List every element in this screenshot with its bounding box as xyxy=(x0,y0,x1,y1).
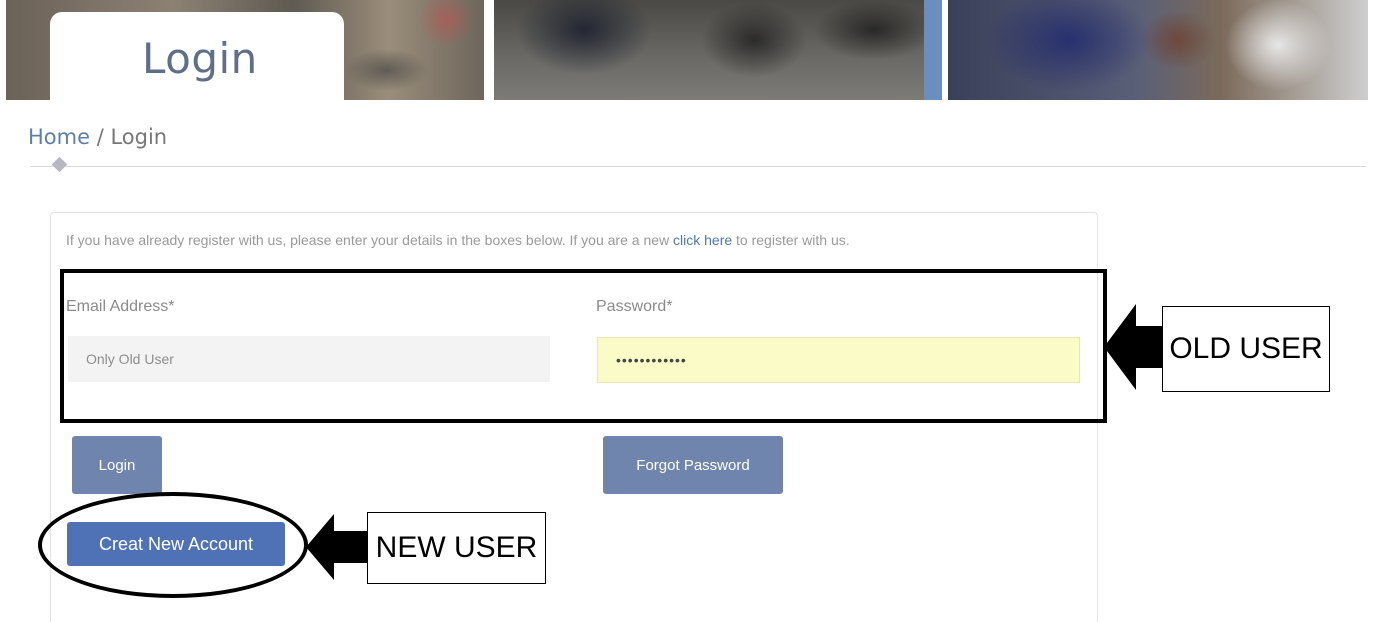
new-user-label: NEW USER xyxy=(367,512,546,584)
arrow-left-icon xyxy=(306,514,368,580)
diamond-icon xyxy=(51,156,68,173)
intro-text: If you have already register with us, pl… xyxy=(66,232,850,248)
breadcrumb-home-link[interactable]: Home xyxy=(28,125,90,149)
banner-photo-2 xyxy=(494,0,942,100)
breadcrumb-divider xyxy=(30,166,1366,167)
page-title: Login xyxy=(142,34,258,83)
new-user-highlight-oval xyxy=(38,492,308,598)
old-user-label-text: OLD USER xyxy=(1169,332,1323,365)
old-user-highlight-box xyxy=(60,269,1107,423)
forgot-password-button[interactable]: Forgot Password xyxy=(603,436,783,494)
old-user-label: OLD USER xyxy=(1162,306,1330,392)
breadcrumb-separator: / xyxy=(90,125,111,149)
intro-text-before: If you have already register with us, pl… xyxy=(66,232,674,248)
arrow-left-icon xyxy=(1104,304,1164,390)
banner-photo-3 xyxy=(948,0,1368,100)
register-link[interactable]: click here xyxy=(673,232,732,248)
header-banner: Login xyxy=(6,0,1368,100)
breadcrumb-current: Login xyxy=(110,125,168,149)
new-user-label-text: NEW USER xyxy=(375,531,538,564)
login-button[interactable]: Login xyxy=(72,436,162,494)
page-title-tab: Login xyxy=(50,12,344,100)
intro-text-after: to register with us. xyxy=(732,232,850,248)
breadcrumb: Home / Login xyxy=(28,125,167,149)
